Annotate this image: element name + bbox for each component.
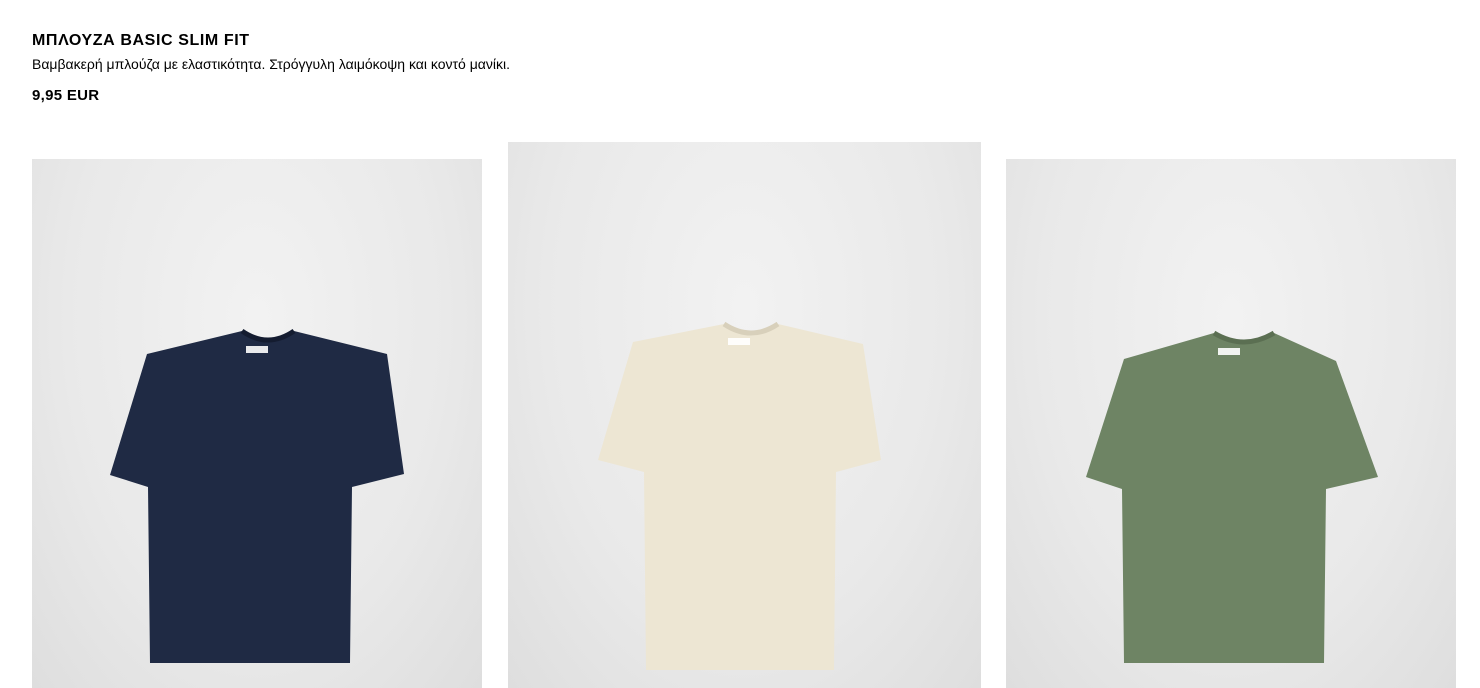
tshirt-ecru-icon (598, 321, 881, 670)
product-image-navy[interactable] (32, 159, 482, 688)
product-image-khaki-green[interactable] (1006, 159, 1456, 688)
product-image-ecru[interactable] (508, 142, 981, 688)
product-info: ΜΠΛΟΥΖΑ BASIC SLIM FIT Βαμβακερή μπλούζα… (32, 30, 510, 106)
product-description: Βαμβακερή μπλούζα με ελαστικότητα. Στρόγ… (32, 56, 510, 72)
tshirt-navy-icon (110, 328, 404, 663)
tshirt-green-icon (1086, 330, 1378, 663)
product-title: ΜΠΛΟΥΖΑ BASIC SLIM FIT (32, 32, 250, 49)
product-price: 9,95 EUR (32, 87, 100, 104)
